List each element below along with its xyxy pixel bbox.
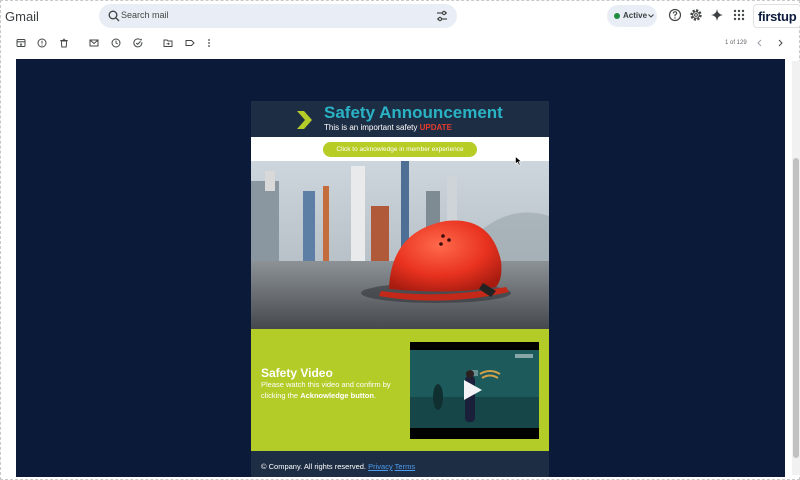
snooze-clock-icon[interactable] — [111, 38, 121, 48]
scrollbar-thumb[interactable] — [793, 158, 799, 458]
more-options-icon[interactable] — [204, 38, 214, 48]
footer-line: © Company. All rights reserved. Privacy … — [261, 462, 415, 471]
help-icon[interactable] — [668, 8, 682, 22]
firstup-logo[interactable]: firstup — [753, 4, 800, 28]
delete-icon[interactable] — [59, 38, 69, 48]
video-desc-suffix: . — [373, 391, 377, 400]
apps-grid-icon[interactable] — [732, 8, 746, 22]
hard-hat-photo — [251, 161, 549, 329]
older-chevron-right-icon[interactable] — [776, 39, 784, 47]
label-icon[interactable] — [185, 38, 195, 48]
app-name[interactable]: Gmail — [5, 9, 39, 24]
subtitle-highlight: UPDATE — [419, 123, 452, 132]
play-icon[interactable] — [460, 378, 484, 402]
move-to-folder-icon[interactable] — [163, 38, 173, 48]
newer-chevron-left-icon[interactable] — [756, 39, 764, 47]
search-bar[interactable]: Search mail — [99, 4, 457, 28]
add-task-icon[interactable] — [133, 38, 143, 48]
email-message-body: Safety Announcement This is an important… — [16, 59, 785, 477]
scrollbar[interactable] — [792, 61, 800, 475]
search-icon[interactable] — [107, 9, 121, 23]
archive-icon[interactable] — [16, 38, 26, 48]
email-footer: © Company. All rights reserved. Privacy … — [251, 451, 549, 477]
privacy-link[interactable]: Privacy — [368, 462, 393, 471]
email-header: Safety Announcement This is an important… — [251, 101, 549, 137]
mark-unread-icon[interactable] — [89, 38, 99, 48]
acknowledge-button[interactable]: Click to acknowledge in member experienc… — [323, 142, 477, 157]
safety-video-section: Safety Video Please watch this video and… — [251, 329, 549, 451]
announcement-title: Safety Announcement — [324, 103, 503, 122]
hard-hat-hero-image — [251, 161, 549, 329]
gmail-window: Gmail Search mail Active firstup 1 of 12… — [0, 0, 800, 480]
announcement-subtitle: This is an important safety UPDATE — [324, 123, 452, 132]
report-spam-icon[interactable] — [37, 38, 47, 48]
status-selector[interactable]: Active — [607, 5, 657, 27]
logo-wordmark: firstup — [758, 9, 797, 24]
status-label: Active — [623, 11, 648, 20]
settings-gear-icon[interactable] — [689, 8, 703, 22]
top-bar: Gmail Search mail Active firstup — [1, 1, 800, 31]
subtitle-text: This is an important safety — [324, 123, 418, 132]
video-title: Safety Video — [261, 366, 333, 380]
terms-link[interactable]: Terms — [395, 462, 415, 471]
mouse-cursor-icon — [515, 156, 523, 166]
copyright-text: © Company. All rights reserved. — [261, 462, 367, 471]
acknowledge-bar: Click to acknowledge in member experienc… — [251, 137, 549, 161]
search-options-icon[interactable] — [435, 9, 449, 23]
video-player-thumbnail[interactable] — [410, 342, 539, 439]
chevron-right-logo-icon — [297, 111, 312, 129]
email-newsletter: Safety Announcement This is an important… — [251, 101, 549, 477]
status-dot — [614, 13, 620, 19]
search-input[interactable]: Search mail — [121, 10, 169, 20]
chevron-down-icon — [648, 14, 654, 18]
video-desc-bold: Acknowledge button — [300, 391, 374, 400]
gemini-sparkle-icon[interactable] — [710, 8, 724, 22]
message-toolbar: 1 of 129 — [1, 34, 800, 54]
pagination-count: 1 of 129 — [725, 40, 747, 46]
video-description: Please watch this video and confirm by c… — [261, 379, 401, 401]
